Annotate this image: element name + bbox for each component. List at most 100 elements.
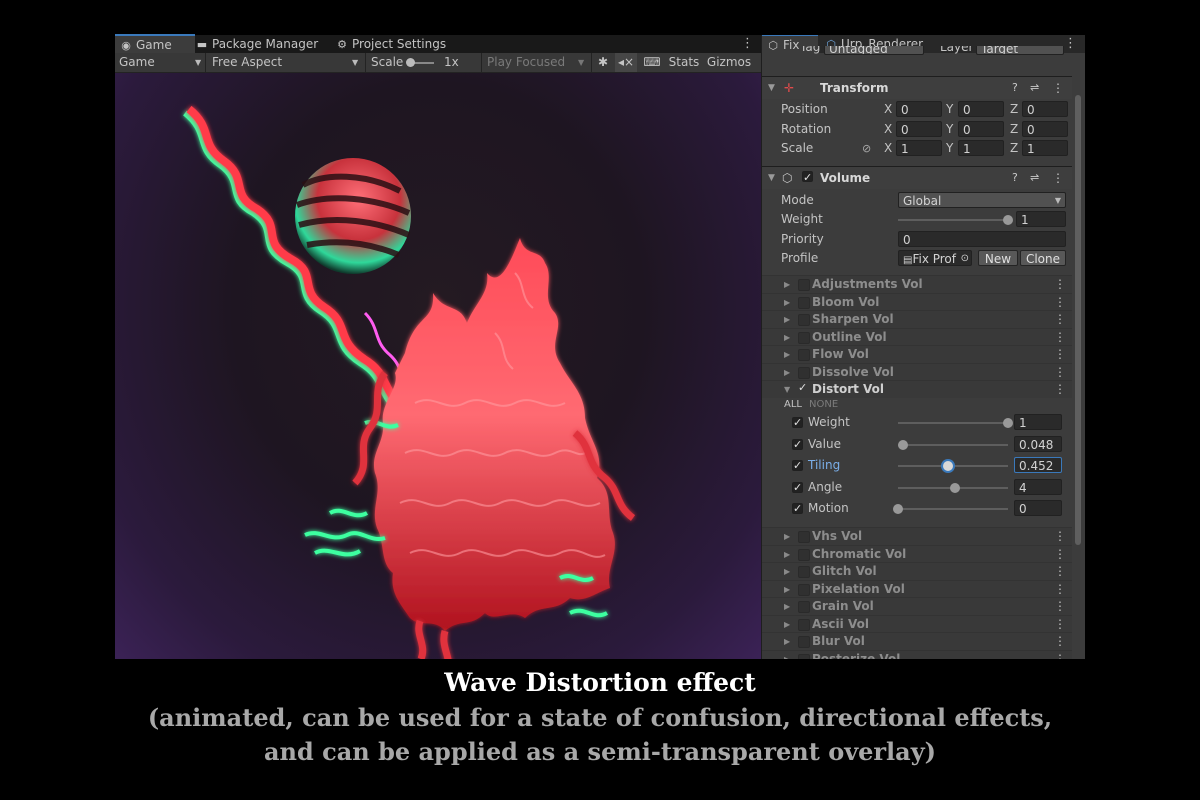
chevron-down-icon[interactable]: ▼: [768, 77, 775, 99]
override-checkbox[interactable]: [798, 531, 810, 543]
param-value-field[interactable]: 0: [1014, 500, 1062, 516]
link-icon[interactable]: ⊘: [862, 139, 871, 158]
override-checkbox[interactable]: [798, 366, 810, 379]
volume-override-row[interactable]: ▶ Vhs Vol ⋮: [762, 527, 1072, 545]
tab-project-settings[interactable]: ⚙ Project Settings: [335, 35, 465, 53]
component-menu-icon[interactable]: ⋮: [1054, 581, 1066, 598]
param-slider-track[interactable]: [898, 443, 1008, 446]
param-slider-knob[interactable]: [1003, 418, 1013, 428]
chevron-right-icon[interactable]: ▶: [784, 563, 790, 580]
chevron-right-icon[interactable]: ▶: [784, 598, 790, 615]
rotation-z-field[interactable]: 0: [1022, 121, 1068, 137]
tab-game[interactable]: ◉ Game: [115, 34, 195, 54]
rotation-x-field[interactable]: 0: [896, 121, 942, 137]
component-menu-icon[interactable]: ⋮: [1054, 294, 1066, 311]
aspect-dropdown[interactable]: Free Aspect ▼: [205, 53, 370, 72]
component-menu-icon[interactable]: ⋮: [1054, 329, 1066, 346]
scale-y-field[interactable]: 1: [958, 140, 1004, 156]
position-z-field[interactable]: 0: [1022, 101, 1068, 117]
override-checkbox[interactable]: [798, 331, 810, 344]
override-checkbox[interactable]: [792, 456, 803, 475]
play-mode-dropdown[interactable]: Play Focused ▼: [481, 53, 595, 72]
preset-icon[interactable]: ⇌: [1030, 77, 1039, 99]
volume-override-row[interactable]: ▶ Bloom Vol ⋮: [762, 292, 1072, 311]
param-slider-knob[interactable]: [893, 504, 903, 514]
chevron-right-icon[interactable]: ▶: [784, 616, 790, 633]
component-menu-icon[interactable]: ⋮: [1054, 563, 1066, 580]
chevron-down-icon[interactable]: ▼: [784, 381, 790, 398]
distort-vol-checkbox[interactable]: [798, 379, 809, 396]
display-dropdown[interactable]: Game ▼: [119, 53, 203, 72]
tag-dropdown[interactable]: Untagged: [824, 46, 924, 55]
chevron-right-icon[interactable]: ▶: [784, 346, 790, 363]
scale-z-field[interactable]: 1: [1022, 140, 1068, 156]
override-checkbox[interactable]: [798, 583, 810, 596]
game-viewport[interactable]: [115, 73, 761, 659]
override-checkbox[interactable]: [798, 349, 810, 361]
override-checkbox[interactable]: [798, 279, 810, 291]
weight-slider-knob[interactable]: [1003, 215, 1013, 225]
override-checkbox[interactable]: [798, 601, 810, 613]
position-y-field[interactable]: 0: [958, 101, 1004, 117]
mode-dropdown[interactable]: Global ▼: [898, 192, 1066, 208]
override-checkbox[interactable]: [798, 618, 810, 631]
override-checkbox[interactable]: [792, 413, 803, 432]
override-checkbox[interactable]: [792, 499, 803, 518]
volume-override-row[interactable]: ▶ Chromatic Vol ⋮: [762, 544, 1072, 563]
override-checkbox[interactable]: [798, 566, 810, 578]
param-slider-track[interactable]: [898, 422, 1008, 424]
rotation-y-field[interactable]: 0: [958, 121, 1004, 137]
distort-vol-header[interactable]: ▼ Distort Vol ⋮: [762, 379, 1072, 398]
component-menu-icon[interactable]: ⋮: [1054, 633, 1066, 650]
chevron-right-icon[interactable]: ▶: [784, 546, 790, 563]
component-menu-icon[interactable]: ⋮: [1054, 528, 1066, 545]
param-value-field[interactable]: 0.452: [1014, 457, 1062, 473]
component-menu-icon[interactable]: ⋮: [1052, 77, 1064, 99]
volume-override-row[interactable]: ▶ Sharpen Vol ⋮: [762, 310, 1072, 328]
object-picker-icon[interactable]: ⊙: [961, 251, 969, 265]
inspector-scrollbar[interactable]: [1073, 95, 1083, 659]
component-menu-icon[interactable]: ⋮: [1054, 364, 1066, 381]
volume-override-row[interactable]: ▶ Adjustments Vol ⋮: [762, 275, 1072, 293]
help-icon[interactable]: ?: [1012, 77, 1018, 99]
component-menu-icon[interactable]: ⋮: [1054, 616, 1066, 633]
scale-x-field[interactable]: 1: [896, 140, 942, 156]
component-menu-icon[interactable]: ⋮: [1054, 346, 1066, 363]
override-checkbox[interactable]: [792, 435, 803, 454]
volume-override-row[interactable]: ▶ Outline Vol ⋮: [762, 327, 1072, 346]
profile-field[interactable]: ▤Fix Prof ⊙: [898, 250, 972, 266]
volume-override-row[interactable]: ▶ Flow Vol ⋮: [762, 345, 1072, 363]
volume-override-row[interactable]: ▶ Posterize Vol ⋮: [762, 649, 1072, 659]
param-slider-knob[interactable]: [942, 461, 953, 471]
chevron-right-icon[interactable]: ▶: [784, 633, 790, 650]
chevron-right-icon[interactable]: ▶: [784, 311, 790, 328]
chevron-right-icon[interactable]: ▶: [784, 294, 790, 311]
volume-header[interactable]: ▼ ⬡ Volume ? ⇌ ⋮: [762, 166, 1072, 189]
component-menu-icon[interactable]: ⋮: [1054, 546, 1066, 563]
game-panel-menu-icon[interactable]: ⋮: [741, 35, 754, 53]
param-value-field[interactable]: 4: [1014, 478, 1062, 495]
scale-slider-knob[interactable]: [406, 58, 415, 67]
volume-override-row[interactable]: ▶ Blur Vol ⋮: [762, 632, 1072, 650]
override-checkbox[interactable]: [798, 296, 810, 309]
scrollbar-thumb[interactable]: [1075, 95, 1081, 545]
param-slider-track[interactable]: [898, 465, 1008, 467]
priority-field[interactable]: 0: [898, 231, 1066, 247]
volume-enabled-checkbox[interactable]: [802, 167, 813, 189]
chevron-right-icon[interactable]: ▶: [784, 276, 790, 293]
gizmos-button[interactable]: Gizmos: [705, 53, 753, 72]
component-menu-icon[interactable]: ⋮: [1054, 276, 1066, 293]
chevron-down-icon[interactable]: ▼: [768, 167, 775, 189]
chevron-right-icon[interactable]: ▶: [784, 528, 790, 545]
param-value-field[interactable]: 1: [1014, 414, 1062, 430]
override-checkbox[interactable]: [798, 653, 810, 659]
volume-override-row[interactable]: ▶ Ascii Vol ⋮: [762, 614, 1072, 633]
override-checkbox[interactable]: [798, 636, 810, 648]
volume-override-row[interactable]: ▶ Glitch Vol ⋮: [762, 562, 1072, 580]
select-all-button[interactable]: ALL: [784, 398, 802, 412]
volume-override-row[interactable]: ▶ Grain Vol ⋮: [762, 597, 1072, 615]
help-icon[interactable]: ?: [1012, 167, 1018, 189]
keyboard-icon[interactable]: ⌨: [641, 53, 663, 72]
tab-package-manager[interactable]: ▬ Package Manager: [195, 35, 325, 53]
component-menu-icon[interactable]: ⋮: [1054, 598, 1066, 615]
